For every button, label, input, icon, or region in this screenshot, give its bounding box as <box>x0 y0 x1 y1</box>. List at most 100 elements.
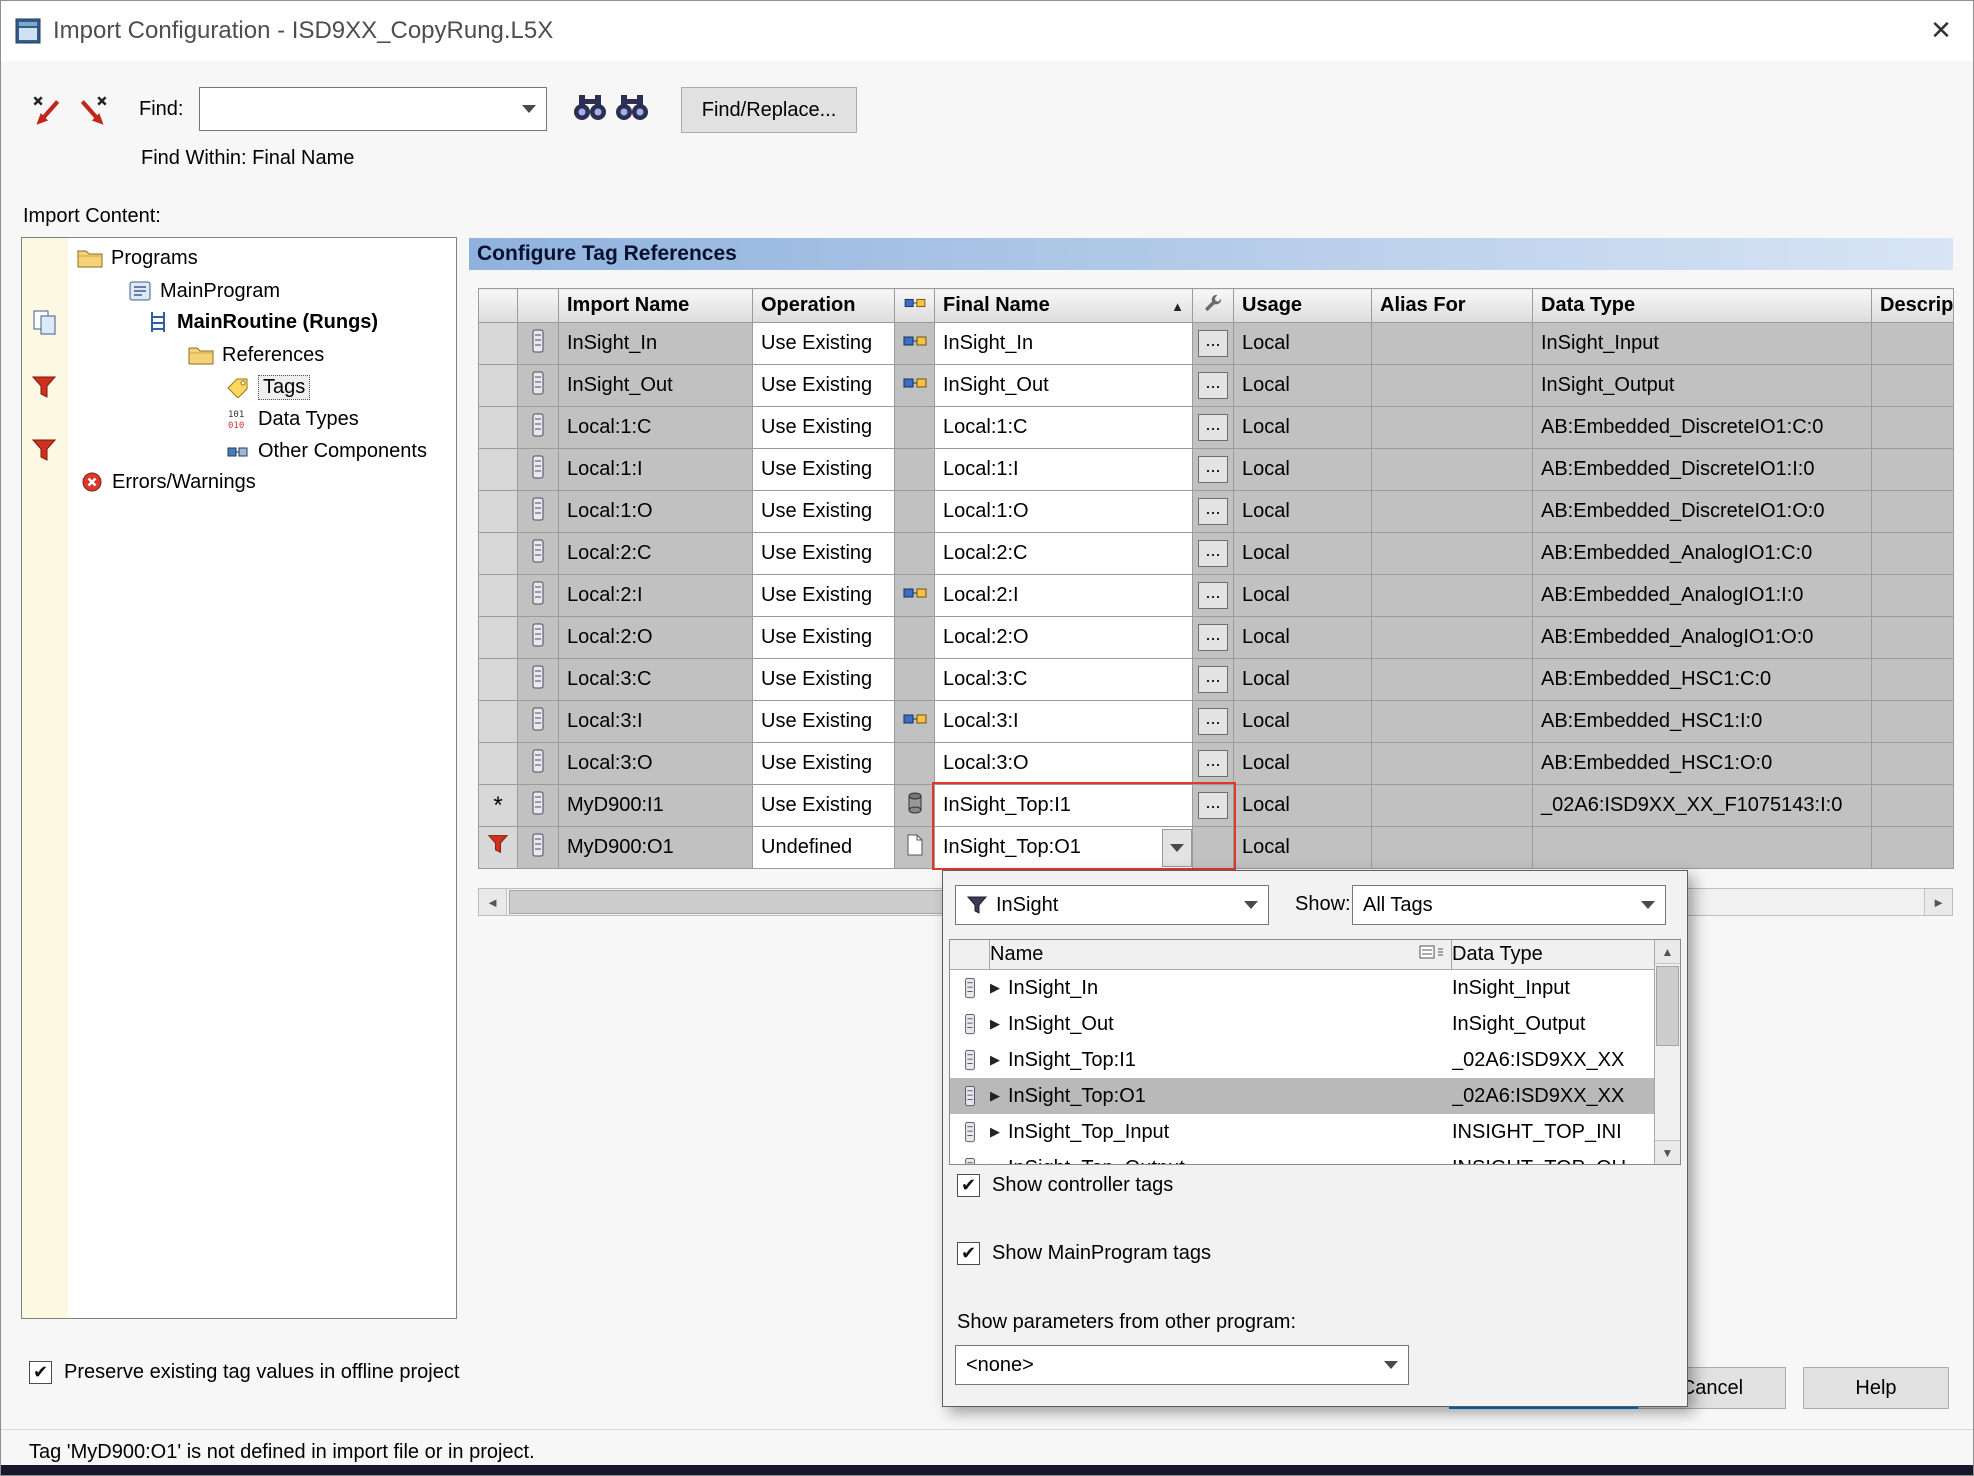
show-mainprogram-tags-checkbox[interactable]: ✔ <box>957 1242 980 1265</box>
operation-cell[interactable]: Use Existing <box>753 449 895 491</box>
final-name-cell[interactable]: InSight_Top:I1 <box>935 785 1193 827</box>
final-name-cell[interactable]: Local:3:I <box>935 701 1193 743</box>
tree-item-references[interactable]: References <box>188 340 324 370</box>
scroll-left-icon[interactable]: ◄ <box>479 889 507 915</box>
final-name-combobox[interactable]: InSight_Top:O1 <box>935 827 1192 868</box>
row-selector[interactable] <box>479 617 518 659</box>
scroll-right-icon[interactable]: ► <box>1924 889 1952 915</box>
list-item[interactable]: ▶InSight_Top:I1 _02A6:ISD9XX_XX <box>950 1042 1680 1078</box>
expand-arrow-icon[interactable]: ▶ <box>990 980 1000 996</box>
find-replace-button[interactable]: Find/Replace... <box>681 87 857 133</box>
browse-button[interactable]: ... <box>1198 750 1228 777</box>
find-down-binoculars-icon[interactable] <box>571 91 609 123</box>
help-button[interactable]: Help <box>1803 1367 1949 1409</box>
tree-item-data-types[interactable]: Data Types <box>226 404 359 434</box>
import-prev-icon[interactable] <box>29 93 63 129</box>
name-sort-icon[interactable] <box>1419 943 1445 967</box>
row-selector[interactable] <box>479 491 518 533</box>
expand-arrow-icon[interactable]: ▶ <box>990 1124 1000 1140</box>
vertical-scrollbar[interactable]: ▲ ▼ <box>1654 940 1680 1164</box>
description-header[interactable]: Description <box>1872 289 1954 323</box>
operation-cell[interactable]: Use Existing <box>753 617 895 659</box>
scrollbar-thumb[interactable] <box>1656 966 1679 1046</box>
show-combobox[interactable]: All Tags <box>1352 885 1666 925</box>
tree-item-mainroutine[interactable]: MainRoutine (Rungs) <box>147 307 378 337</box>
find-combobox[interactable] <box>199 87 547 131</box>
expand-arrow-icon[interactable]: ▶ <box>990 1052 1000 1068</box>
final-name-header[interactable]: Final Name▲ <box>935 289 1193 323</box>
list-item[interactable]: ▶InSight_Out InSight_Output <box>950 1006 1680 1042</box>
scroll-down-icon[interactable]: ▼ <box>1655 1140 1680 1164</box>
scroll-up-icon[interactable]: ▲ <box>1655 940 1680 964</box>
browse-button[interactable]: ... <box>1198 456 1228 483</box>
browse-button[interactable]: ... <box>1198 582 1228 609</box>
row-selector[interactable] <box>479 449 518 491</box>
list-item[interactable]: ▶InSight_Top_Input INSIGHT_TOP_INI <box>950 1114 1680 1150</box>
row-selector[interactable] <box>479 701 518 743</box>
row-selector[interactable] <box>479 743 518 785</box>
usage-header[interactable]: Usage <box>1234 289 1372 323</box>
operation-cell[interactable]: Use Existing <box>753 533 895 575</box>
expand-arrow-icon[interactable]: ▶ <box>990 1088 1000 1104</box>
final-name-cell[interactable]: Local:2:O <box>935 617 1193 659</box>
close-icon[interactable]: ✕ <box>1909 1 1973 59</box>
show-controller-tags-checkbox[interactable]: ✔ <box>957 1174 980 1197</box>
browse-button[interactable]: ... <box>1198 414 1228 441</box>
import-name-header[interactable]: Import Name <box>559 289 753 323</box>
operation-cell[interactable]: Use Existing <box>753 785 895 827</box>
operation-cell[interactable]: Use Existing <box>753 491 895 533</box>
final-name-cell[interactable]: InSight_In <box>935 323 1193 365</box>
final-name-cell[interactable]: InSight_Out <box>935 365 1193 407</box>
final-name-cell[interactable]: Local:1:C <box>935 407 1193 449</box>
browse-button[interactable]: ... <box>1198 330 1228 357</box>
tree-item-errors-warnings[interactable]: Errors/Warnings <box>80 467 256 497</box>
browse-button[interactable]: ... <box>1198 624 1228 651</box>
row-selector[interactable] <box>479 659 518 701</box>
tree-item-other-components[interactable]: Other Components <box>226 436 427 466</box>
tag-filter-combobox[interactable]: InSight <box>955 885 1269 925</box>
operation-cell[interactable]: Use Existing <box>753 659 895 701</box>
final-name-cell[interactable]: Local:3:C <box>935 659 1193 701</box>
data-type-header[interactable]: Data Type <box>1452 943 1656 966</box>
chevron-down-icon[interactable] <box>1162 829 1192 867</box>
other-program-combobox[interactable]: <none> <box>955 1345 1409 1385</box>
operation-cell[interactable]: Use Existing <box>753 743 895 785</box>
import-next-icon[interactable] <box>77 93 111 129</box>
final-name-cell[interactable]: Local:2:I <box>935 575 1193 617</box>
row-selector[interactable] <box>479 407 518 449</box>
browse-button[interactable]: ... <box>1198 708 1228 735</box>
final-name-cell[interactable]: Local:1:I <box>935 449 1193 491</box>
list-item-selected[interactable]: ▶InSight_Top:O1 _02A6:ISD9XX_XX <box>950 1078 1680 1114</box>
row-selector[interactable] <box>479 533 518 575</box>
operation-cell[interactable]: Use Existing <box>753 575 895 617</box>
operation-cell[interactable]: Use Existing <box>753 701 895 743</box>
final-name-cell[interactable]: Local:2:C <box>935 533 1193 575</box>
list-item[interactable]: ▶InSight_Top_Output INSIGHT_TOP_OU <box>950 1150 1680 1165</box>
expand-arrow-icon[interactable]: ▶ <box>990 1160 1000 1165</box>
data-type-header[interactable]: Data Type <box>1533 289 1872 323</box>
row-selector-filter-icon[interactable] <box>479 827 518 869</box>
operation-header[interactable]: Operation <box>753 289 895 323</box>
row-selector[interactable] <box>479 575 518 617</box>
name-header[interactable]: Name <box>990 940 1452 969</box>
operation-cell[interactable]: Use Existing <box>753 407 895 449</box>
row-selector[interactable] <box>479 323 518 365</box>
row-selector[interactable]: * <box>479 785 518 827</box>
final-name-cell[interactable]: Local:1:O <box>935 491 1193 533</box>
find-up-binoculars-icon[interactable] <box>613 91 651 123</box>
browse-button[interactable]: ... <box>1198 372 1228 399</box>
operation-cell[interactable]: Use Existing <box>753 323 895 365</box>
browse-button[interactable]: ... <box>1198 540 1228 567</box>
tree-item-mainprogram[interactable]: MainProgram <box>128 276 280 306</box>
preserve-tags-checkbox[interactable]: ✔ <box>29 1361 52 1384</box>
tree-item-tags[interactable]: Tags <box>226 372 310 402</box>
list-item[interactable]: ▶InSight_In InSight_Input <box>950 970 1680 1006</box>
browse-button[interactable]: ... <box>1198 666 1228 693</box>
operation-cell[interactable]: Use Existing <box>753 365 895 407</box>
expand-arrow-icon[interactable]: ▶ <box>990 1016 1000 1032</box>
operation-cell[interactable]: Undefined <box>753 827 895 869</box>
browse-button[interactable]: ... <box>1198 498 1228 525</box>
alias-for-header[interactable]: Alias For <box>1372 289 1533 323</box>
browse-button[interactable]: ... <box>1198 792 1228 819</box>
final-name-cell[interactable]: Local:3:O <box>935 743 1193 785</box>
